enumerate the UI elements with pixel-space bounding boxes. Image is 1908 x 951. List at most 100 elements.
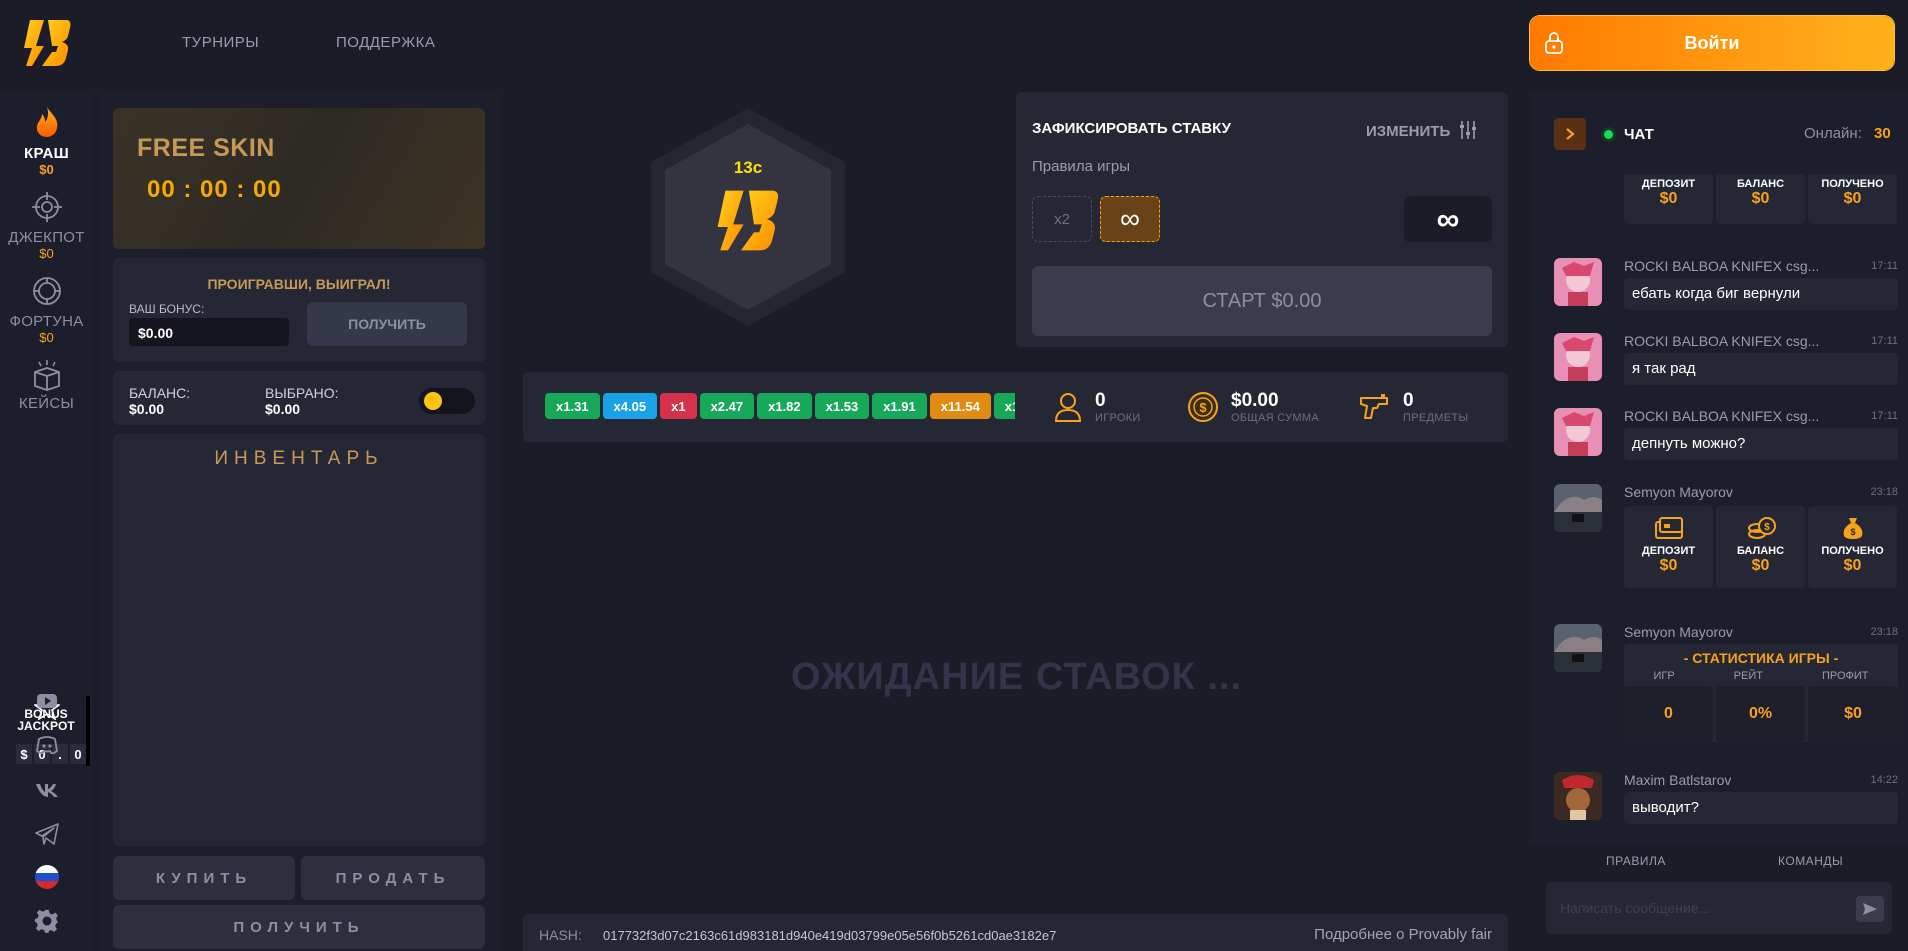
chat-panel: ЧАТ Онлайн: 30 ДЕПОЗИТ $0 БАЛАНС $0 ПОЛУЧЕ… — [1530, 92, 1908, 951]
multiplier-chip: x1.2 — [993, 393, 1015, 419]
chat-message: ROCKI BALBOA KNIFEX csg... 17:11 депнуть… — [1554, 408, 1898, 464]
gear-icon[interactable] — [34, 908, 60, 934]
avatar[interactable] — [1554, 258, 1602, 306]
bonus-get-button[interactable]: ПОЛУЧИТЬ — [307, 302, 467, 346]
change-button[interactable]: ИЗМЕНИТЬ — [1366, 120, 1478, 140]
multiplier-history: x1.31x4.05x1x2.47x1.82x1.53x1.91x11.54x1… — [545, 393, 1015, 419]
stat-label: ДЕПОЗИТ — [1641, 178, 1696, 190]
message-text: выводит? — [1624, 792, 1898, 824]
chevron-right-icon — [1566, 128, 1575, 140]
select-all-toggle[interactable] — [419, 388, 475, 414]
avatar[interactable] — [1554, 408, 1602, 456]
message-text: ебать когда биг вернули — [1624, 278, 1898, 310]
x2-mode-button[interactable]: x2 — [1032, 196, 1092, 242]
send-icon — [1863, 903, 1877, 915]
hexagon-icon — [651, 108, 845, 326]
stat-cell: ПОЛУЧЕНО $0 — [1808, 174, 1897, 224]
crash-timer-hex: 13с — [641, 102, 855, 332]
stat-value: $0 — [1751, 190, 1770, 207]
change-label: ИЗМЕНИТЬ — [1366, 123, 1451, 140]
auto-cashout-value[interactable]: ∞ — [1404, 196, 1492, 242]
timestamp: 23:18 — [1870, 486, 1898, 498]
items-stat: 0 ПРЕДМЕТЫ — [1359, 390, 1468, 424]
chat-messages[interactable]: ДЕПОЗИТ $0 БАЛАНС $0 ПОЛУЧЕНО $0 ROCKI BALB… — [1530, 174, 1908, 834]
chat-message-input[interactable] — [1546, 882, 1892, 934]
username[interactable]: Semyon Mayorov — [1624, 624, 1844, 640]
timestamp: 23:18 — [1870, 626, 1898, 638]
commands-tab[interactable]: КОМАНДЫ — [1778, 854, 1843, 868]
stat-cell: $ ПОЛУЧЕНО $0 — [1808, 506, 1897, 588]
username[interactable]: ROCKI BALBOA KNIFEX csg... — [1624, 258, 1844, 274]
telegram-icon[interactable] — [34, 821, 60, 847]
card-icon — [1654, 517, 1683, 539]
russia-flag-icon[interactable] — [34, 864, 60, 890]
avatar[interactable] — [1554, 484, 1602, 532]
buy-button[interactable]: КУПИТЬ — [113, 856, 295, 900]
multiplier-chip: x11.54 — [929, 393, 991, 419]
bonus-card: ПРОИГРАВШИ, ВЫИГРАЛ! ВАШ БОНУС: $0.00 ПО… — [113, 258, 485, 362]
youtube-icon[interactable] — [34, 688, 60, 714]
nav-jackpot-amount: $0 — [39, 246, 54, 261]
nav-crash-amount: $0 — [39, 162, 54, 177]
sliders-icon — [1460, 121, 1477, 139]
login-button[interactable]: Войти — [1530, 16, 1894, 70]
free-skin-card[interactable]: FREE SKIN 00 : 00 : 00 — [113, 108, 485, 249]
bonus-label: ВАШ БОНУС: — [129, 302, 205, 316]
receive-button[interactable]: ПОЛУЧИТЬ — [113, 905, 485, 949]
rules-tab[interactable]: ПРАВИЛА — [1606, 854, 1666, 868]
discord-icon[interactable] — [34, 732, 60, 758]
inventory-title: ИНВЕНТАРЬ — [214, 448, 384, 469]
start-button[interactable]: СТАРТ $0.00 — [1032, 266, 1492, 336]
players-stat: 0 ИГРОКИ — [1053, 390, 1141, 424]
multiplier-chip: x1.91 — [872, 393, 927, 419]
game-rules-label[interactable]: Правила игры — [1032, 158, 1130, 175]
timestamp: 17:11 — [1871, 410, 1898, 422]
hash-value: 017732f3d07c2163c61d983181d940e419d03799… — [603, 928, 1057, 943]
stat-cell: ДЕПОЗИТ $0 — [1624, 506, 1713, 588]
chat-message: Semyon Mayorov 23:18 ДЕПОЗИТ $0 $ БАЛАНС $… — [1554, 484, 1898, 604]
stat-cell: $ БАЛАНС $0 — [1716, 506, 1805, 588]
stat-label: ПОЛУЧЕНО — [1821, 545, 1884, 557]
total-amount: $0.00 — [1231, 390, 1279, 411]
collapse-chat-button[interactable] — [1554, 118, 1586, 150]
game-stats-title: - СТАТИСТИКА ИГРЫ - — [1683, 650, 1839, 666]
stat-label: ДЕПОЗИТ — [1641, 545, 1696, 557]
selected-value: $0.00 — [265, 401, 301, 417]
svg-text:$: $ — [1764, 522, 1770, 533]
sell-button[interactable]: ПРОДАТЬ — [301, 856, 485, 900]
fix-bet-title: ЗАФИКСИРОВАТЬ СТАВКУ — [1032, 120, 1231, 137]
login-label: Войти — [1684, 32, 1740, 53]
nav-cases[interactable]: КЕЙСЫ — [0, 360, 93, 412]
nav-jackpot[interactable]: ДЖЕКПОТ $0 — [0, 192, 93, 261]
username[interactable]: ROCKI BALBOA KNIFEX csg... — [1624, 333, 1844, 349]
nav-fortune[interactable]: ФОРТУНА $0 — [0, 276, 93, 345]
nav-crash[interactable]: КРАШ $0 — [0, 106, 93, 177]
chat-message: ROCKI BALBOA KNIFEX csg... 17:11 ебать к… — [1554, 258, 1898, 314]
free-skin-title: FREE SKIN — [137, 134, 275, 162]
stat-value: 0% — [1716, 686, 1805, 742]
online-label: Онлайн: — [1804, 125, 1862, 142]
message-text: я так рад — [1624, 353, 1898, 385]
lock-icon — [1545, 32, 1563, 54]
avatar[interactable] — [1554, 624, 1602, 672]
left-nav: КРАШ $0 ДЖЕКПОТ $0 ФОРТУНА $0 КЕЙСЫ BONU… — [0, 92, 93, 951]
total-caption: ОБЩАЯ СУММА — [1231, 412, 1319, 424]
chat-stats-card: ДЕПОЗИТ $0 $ БАЛАНС $0 $ ПОЛУЧЕНО $0 — [1624, 506, 1897, 588]
username[interactable]: ROCKI BALBOA KNIFEX csg... — [1624, 408, 1844, 424]
online-count: 30 — [1874, 125, 1891, 142]
stat-value: $0 — [1843, 557, 1862, 574]
avatar[interactable] — [1554, 772, 1602, 820]
send-button[interactable] — [1856, 896, 1884, 922]
bonus-title: ПРОИГРАВШИ, ВЫИГРАЛ! — [207, 276, 391, 292]
players-caption: ИГРОКИ — [1095, 412, 1141, 424]
nav-tournaments[interactable]: ТУРНИРЫ — [182, 34, 259, 51]
infinity-mode-button[interactable]: ∞ — [1100, 196, 1160, 242]
nav-support[interactable]: ПОДДЕРЖКА — [336, 34, 435, 51]
provably-fair-link[interactable]: Подробнее о Provably fair — [1314, 926, 1492, 943]
stat-cell: ДЕПОЗИТ $0 — [1624, 174, 1713, 224]
username[interactable]: Maxim Batlstarov — [1624, 772, 1844, 788]
username[interactable]: Semyon Mayorov — [1624, 484, 1844, 500]
avatar[interactable] — [1554, 333, 1602, 381]
vk-icon[interactable] — [34, 776, 60, 802]
site-logo[interactable] — [22, 18, 72, 68]
